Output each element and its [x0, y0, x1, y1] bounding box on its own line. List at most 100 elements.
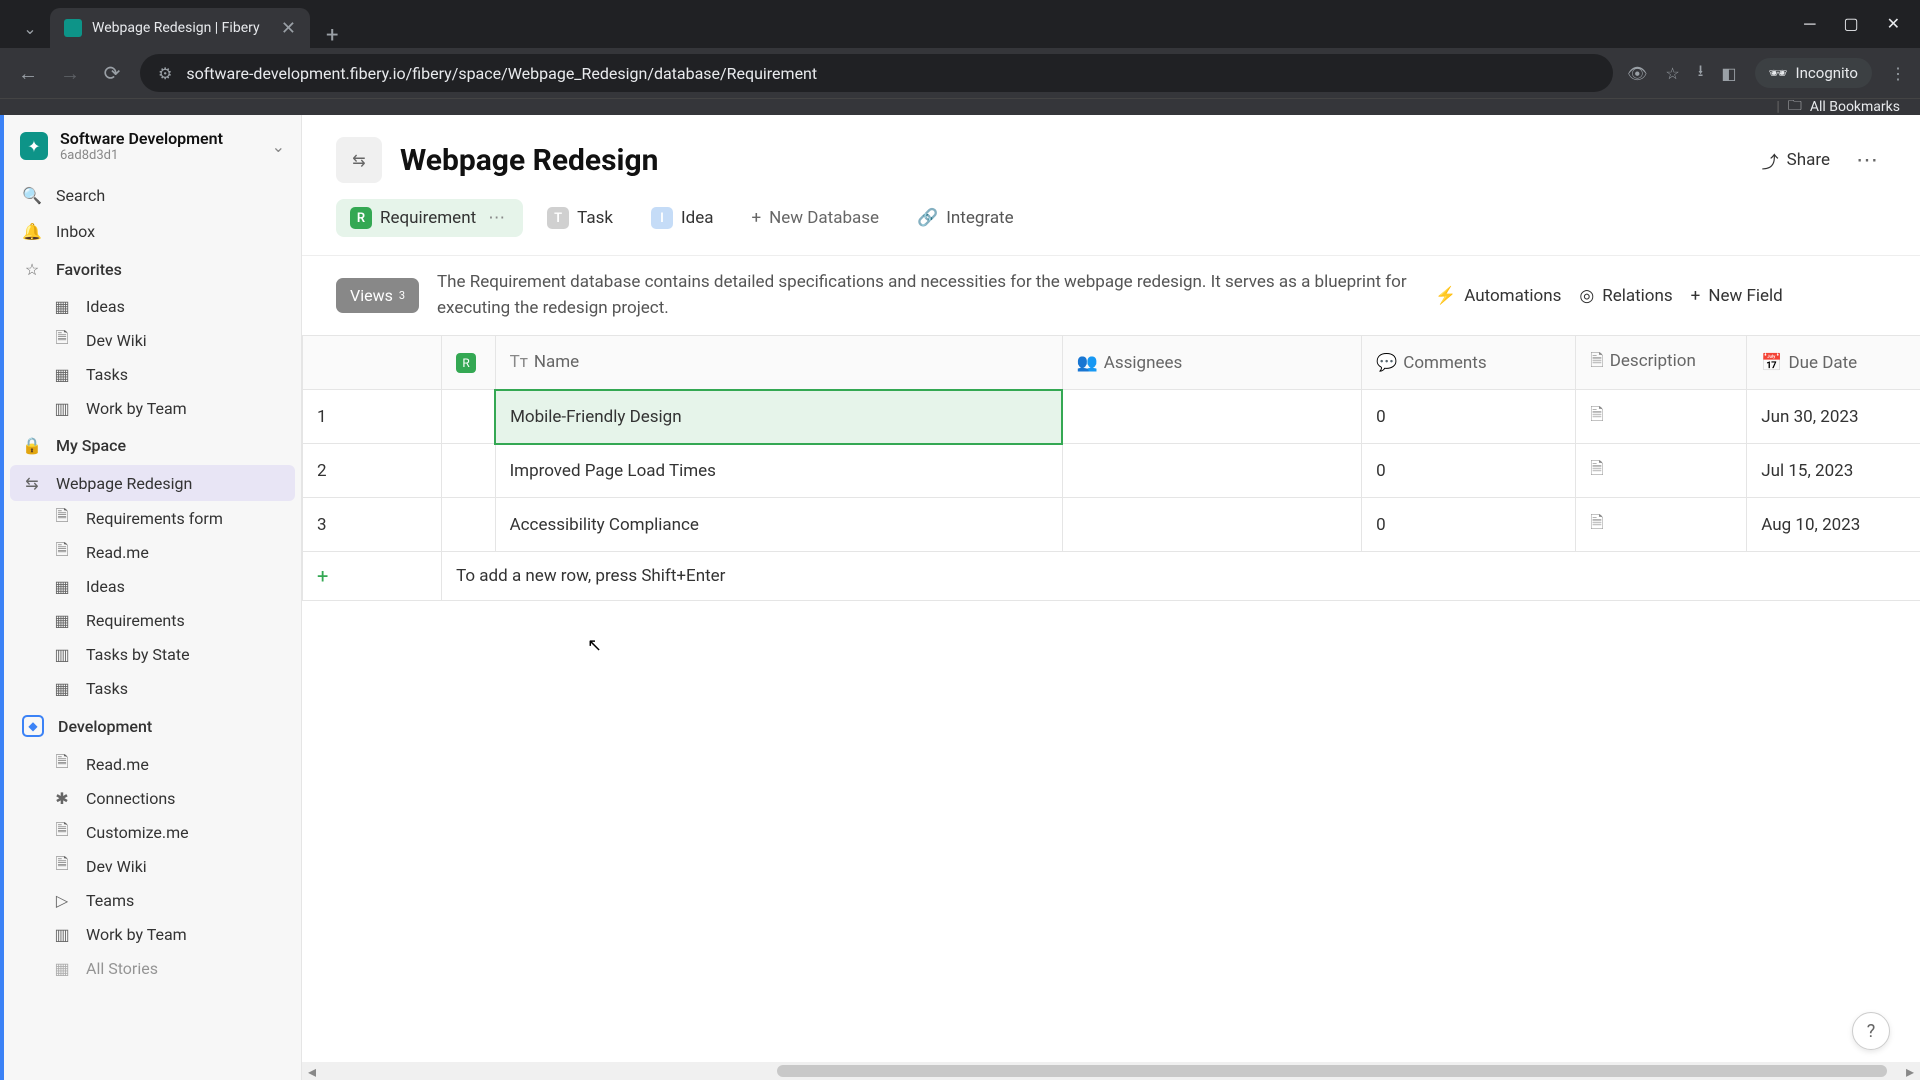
- col-duedate[interactable]: 📅Due Date: [1747, 336, 1920, 390]
- new-tab-button[interactable]: +: [310, 23, 354, 48]
- cell-duedate[interactable]: Aug 10, 2023: [1747, 498, 1920, 552]
- sidebar-dev-devwiki[interactable]: 🗎Dev Wiki: [4, 849, 301, 883]
- col-comments[interactable]: 💬Comments: [1362, 336, 1576, 390]
- cell-duedate[interactable]: Jun 30, 2023: [1747, 390, 1920, 444]
- sidebar-webpage-redesign[interactable]: ⇆ Webpage Redesign: [10, 465, 295, 501]
- doc-icon: 🗎: [52, 330, 72, 350]
- col-badge[interactable]: R: [442, 336, 495, 390]
- address-bar[interactable]: ⚙ software-development.fibery.io/fibery/…: [140, 54, 1613, 92]
- sidebar-fav-ideas[interactable]: ▦Ideas: [4, 289, 301, 323]
- browser-menu-icon[interactable]: ⋮: [1890, 64, 1906, 83]
- bookmark-star-icon[interactable]: ☆: [1665, 64, 1679, 83]
- scrollbar-thumb[interactable]: [777, 1065, 1887, 1077]
- workspace-id: 6ad8d3d1: [60, 148, 223, 163]
- link-icon: 🔗: [917, 208, 938, 228]
- incognito-badge[interactable]: 🕶 Incognito: [1755, 58, 1873, 88]
- new-database-button[interactable]: + New Database: [737, 200, 893, 236]
- col-name[interactable]: TтName: [495, 336, 1062, 390]
- site-settings-icon[interactable]: ⚙: [158, 64, 172, 83]
- window-maximize[interactable]: ▢: [1843, 14, 1858, 34]
- development-section[interactable]: ◆ Development: [4, 705, 301, 747]
- automations-button[interactable]: ⚡Automations: [1435, 286, 1561, 306]
- cell-name[interactable]: Improved Page Load Times: [495, 444, 1062, 498]
- table-row[interactable]: 3Accessibility Compliance0🗎Aug 10, 2023◢…: [303, 498, 1920, 552]
- data-table-scroll[interactable]: R TтName 👥Assignees 💬Comments 🗎Descripti…: [302, 335, 1920, 1062]
- cell-duedate[interactable]: Jul 15, 2023: [1747, 444, 1920, 498]
- horizontal-scrollbar[interactable]: ◂ ▸: [302, 1062, 1920, 1080]
- db-tab-more-icon[interactable]: ⋯: [484, 208, 509, 228]
- table-row[interactable]: 1Mobile-Friendly Design0🗎Jun 30, 2023◢Im…: [303, 390, 1920, 444]
- grid-icon: ▦: [52, 610, 72, 630]
- sidebar-dev-readme[interactable]: 🗎Read.me: [4, 747, 301, 781]
- side-panel-icon[interactable]: ◧: [1721, 64, 1736, 83]
- window-minimize[interactable]: ─: [1804, 14, 1815, 34]
- col-description[interactable]: 🗎Description: [1576, 336, 1747, 390]
- page-title[interactable]: Webpage Redesign: [400, 143, 1744, 178]
- help-button[interactable]: ?: [1852, 1012, 1890, 1050]
- page-more-button[interactable]: ⋯: [1848, 148, 1886, 173]
- cell-comments[interactable]: 0: [1362, 390, 1576, 444]
- integrate-button[interactable]: 🔗 Integrate: [903, 200, 1028, 236]
- sidebar-wr-ideas[interactable]: ▦Ideas: [4, 569, 301, 603]
- db-tab-idea[interactable]: I Idea: [637, 199, 727, 237]
- add-row-hint[interactable]: To add a new row, press Shift+Enter: [442, 552, 1920, 601]
- sidebar-fav-tasks[interactable]: ▦Tasks: [4, 357, 301, 391]
- cell-description[interactable]: 🗎: [1576, 390, 1747, 444]
- my-space-section[interactable]: 🔒 My Space: [4, 425, 301, 465]
- back-button[interactable]: ←: [14, 61, 42, 86]
- views-button[interactable]: Views 3: [336, 278, 419, 313]
- cell-description[interactable]: 🗎: [1576, 444, 1747, 498]
- grid-icon: ▦: [52, 364, 72, 384]
- cell-comments[interactable]: 0: [1362, 444, 1576, 498]
- favorites-section[interactable]: ☆ Favorites: [4, 249, 301, 289]
- page-icon[interactable]: ⇆: [336, 137, 382, 183]
- requirement-badge-icon: R: [456, 353, 476, 373]
- sidebar-wr-tasks[interactable]: ▦Tasks: [4, 671, 301, 705]
- cell-description[interactable]: 🗎: [1576, 498, 1747, 552]
- table-row[interactable]: 2Improved Page Load Times0🗎Jul 15, 2023◢…: [303, 444, 1920, 498]
- all-bookmarks-button[interactable]: All Bookmarks: [1810, 99, 1900, 115]
- sidebar-wr-tasksbystate[interactable]: ▥Tasks by State: [4, 637, 301, 671]
- incognito-icon: 🕶: [1769, 64, 1788, 82]
- new-field-button[interactable]: +New Field: [1691, 286, 1783, 306]
- sidebar-wr-requirements[interactable]: ▦Requirements: [4, 603, 301, 637]
- sidebar-wr-reqform[interactable]: 🗎Requirements form: [4, 501, 301, 535]
- sidebar-dev-customize[interactable]: 🗎Customize.me: [4, 815, 301, 849]
- share-button[interactable]: ⤴ Share: [1762, 148, 1830, 173]
- forward-button[interactable]: →: [56, 61, 84, 86]
- downloads-icon[interactable]: ⭳: [1698, 60, 1704, 87]
- cell-assignees[interactable]: [1062, 498, 1362, 552]
- cell-name[interactable]: Accessibility Compliance: [495, 498, 1062, 552]
- sidebar-dev-workbyteam[interactable]: ▥Work by Team: [4, 917, 301, 951]
- bell-icon: 🔔: [22, 221, 42, 241]
- window-close[interactable]: ✕: [1887, 14, 1900, 34]
- relations-button[interactable]: ◎Relations: [1579, 286, 1672, 306]
- sidebar-dev-teams[interactable]: ▷Teams: [4, 883, 301, 917]
- add-row-button[interactable]: +: [303, 552, 442, 601]
- plus-icon: +: [751, 208, 761, 228]
- connections-icon: ✱: [52, 788, 72, 808]
- col-assignees[interactable]: 👥Assignees: [1062, 336, 1362, 390]
- note-icon: 🗎: [1590, 513, 1604, 533]
- cell-assignees[interactable]: [1062, 444, 1362, 498]
- db-tab-task[interactable]: T Task: [533, 199, 627, 237]
- browser-tab[interactable]: Webpage Redesign | Fibery ✕: [50, 8, 310, 48]
- sidebar-wr-readme[interactable]: 🗎Read.me: [4, 535, 301, 569]
- cell-name[interactable]: Mobile-Friendly Design: [495, 390, 1062, 444]
- reload-button[interactable]: ⟳: [98, 61, 126, 85]
- database-description[interactable]: The Requirement database contains detail…: [437, 270, 1417, 321]
- tab-search-dropdown[interactable]: ⌄: [10, 8, 50, 48]
- cursor-icon: ↖: [587, 635, 602, 656]
- eye-off-icon[interactable]: 👁: [1627, 64, 1647, 83]
- sidebar-fav-devwiki[interactable]: 🗎Dev Wiki: [4, 323, 301, 357]
- sidebar-search[interactable]: 🔍 Search: [4, 177, 301, 213]
- db-tab-requirement[interactable]: R Requirement ⋯: [336, 199, 523, 237]
- workspace-selector[interactable]: ✦ Software Development 6ad8d3d1 ⌄: [4, 115, 301, 177]
- cell-comments[interactable]: 0: [1362, 498, 1576, 552]
- cell-assignees[interactable]: [1062, 390, 1362, 444]
- tab-close-icon[interactable]: ✕: [281, 18, 296, 39]
- sidebar-dev-allstories[interactable]: ▦All Stories: [4, 951, 301, 985]
- sidebar-inbox[interactable]: 🔔 Inbox: [4, 213, 301, 249]
- sidebar-dev-connections[interactable]: ✱Connections: [4, 781, 301, 815]
- sidebar-fav-workbyteam[interactable]: ▥Work by Team: [4, 391, 301, 425]
